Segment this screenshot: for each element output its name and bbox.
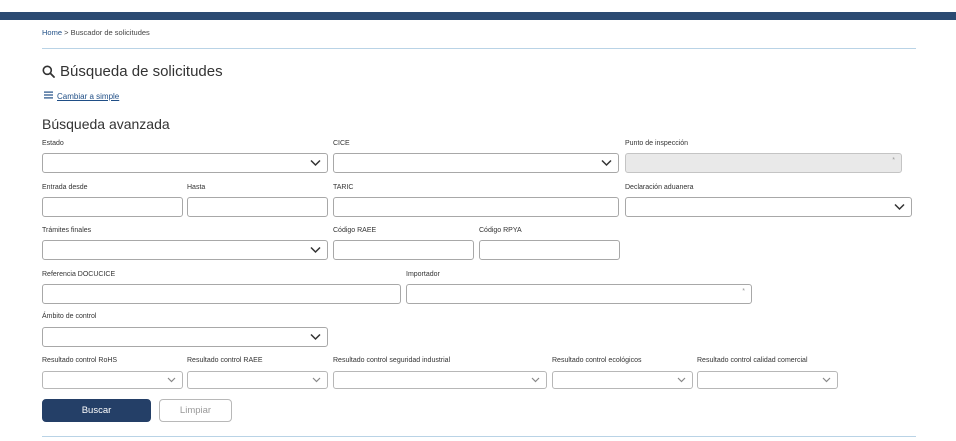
required-marker: * — [742, 288, 745, 295]
ambito-control-label: Ámbito de control — [42, 313, 97, 320]
chevron-down-icon — [822, 377, 831, 383]
resultado-calidad-label: Resultado control calidad comercial — [697, 357, 808, 364]
taric-input[interactable] — [333, 197, 619, 217]
resultado-seguridad-label: Resultado control seguridad industrial — [333, 357, 451, 364]
referencia-docucice-label: Referencia DOCUCICE — [42, 271, 116, 278]
tramites-finales-select[interactable] — [42, 240, 328, 260]
punto-inspeccion-select: * — [625, 153, 902, 173]
breadcrumb-home-link[interactable]: Home — [42, 28, 62, 37]
resultado-seguridad-select[interactable] — [333, 371, 547, 389]
required-marker: * — [892, 157, 895, 164]
entrada-desde-input[interactable] — [42, 197, 183, 217]
list-icon — [44, 91, 53, 101]
breadcrumb-current: Buscador de solicitudes — [70, 28, 150, 37]
resultado-calidad-select[interactable] — [697, 371, 838, 389]
chevron-down-icon — [894, 203, 905, 211]
chevron-down-icon — [531, 377, 540, 383]
resultado-ecologicos-label: Resultado control ecológicos — [552, 357, 642, 364]
importador-label: Importador — [406, 271, 440, 278]
codigo-raee-label: Código RAEE — [333, 227, 377, 234]
resultado-raee-select[interactable] — [187, 371, 328, 389]
hasta-input[interactable] — [187, 197, 328, 217]
chevron-down-icon — [677, 377, 686, 383]
resultado-raee-label: Resultado control RAEE — [187, 357, 263, 364]
breadcrumb: Home > Buscador de solicitudes — [42, 28, 150, 37]
declaracion-aduanera-select[interactable] — [625, 197, 912, 217]
chevron-down-icon — [310, 159, 321, 167]
codigo-raee-input[interactable] — [333, 240, 474, 260]
tramites-finales-label: Trámites finales — [42, 227, 92, 234]
cice-label: CICE — [333, 140, 350, 147]
importador-select[interactable]: * — [406, 284, 752, 304]
chevron-down-icon — [312, 377, 321, 383]
switch-to-simple-label: Cambiar a simple — [57, 91, 120, 101]
hasta-label: Hasta — [187, 184, 206, 191]
switch-to-simple-link[interactable]: Cambiar a simple — [44, 91, 119, 101]
resultado-rohs-select[interactable] — [42, 371, 183, 389]
punto-inspeccion-label: Punto de inspección — [625, 140, 689, 147]
search-icon — [42, 65, 55, 78]
declaracion-aduanera-label: Declaración aduanera — [625, 184, 694, 191]
chevron-down-icon — [601, 159, 612, 167]
clear-button[interactable]: Limpiar — [159, 399, 232, 422]
section-title: Búsqueda avanzada — [42, 116, 170, 132]
codigo-rpya-label: Código RPYA — [479, 227, 522, 234]
header-bar — [0, 12, 956, 20]
estado-select[interactable] — [42, 153, 328, 173]
resultado-ecologicos-select[interactable] — [552, 371, 693, 389]
referencia-docucice-input[interactable] — [42, 284, 401, 304]
search-button[interactable]: Buscar — [42, 399, 151, 422]
breadcrumb-divider — [42, 48, 916, 49]
footer-divider — [42, 436, 916, 437]
breadcrumb-separator: > — [64, 28, 69, 37]
cice-select[interactable] — [333, 153, 619, 173]
entrada-desde-label: Entrada desde — [42, 184, 88, 191]
estado-label: Estado — [42, 140, 64, 147]
ambito-control-select[interactable] — [42, 327, 328, 347]
codigo-rpya-input[interactable] — [479, 240, 620, 260]
resultado-rohs-label: Resultado control RoHS — [42, 357, 118, 364]
page-title: Búsqueda de solicitudes — [42, 63, 223, 80]
chevron-down-icon — [310, 246, 321, 254]
taric-label: TARIC — [333, 184, 354, 191]
chevron-down-icon — [310, 333, 321, 341]
page-title-text: Búsqueda de solicitudes — [60, 63, 223, 80]
chevron-down-icon — [167, 377, 176, 383]
